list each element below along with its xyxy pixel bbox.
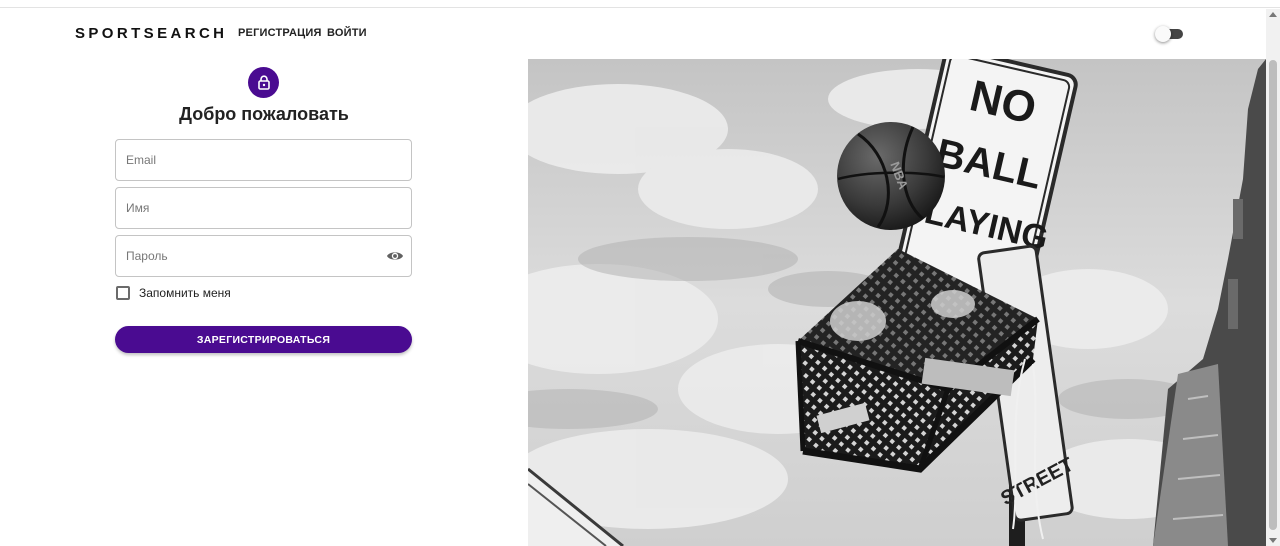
signup-form: Добро пожаловать Запомнить меня ЗАРЕГИСТ…: [0, 59, 528, 546]
name-field[interactable]: [115, 187, 412, 229]
nav-link-register[interactable]: РЕГИСТРАЦИЯ: [238, 27, 322, 39]
basketball: NBA: [837, 122, 945, 230]
page-title: Добро пожаловать: [179, 104, 349, 124]
remember-checkbox[interactable]: [116, 286, 130, 300]
password-input[interactable]: [126, 236, 376, 276]
name-input[interactable]: [126, 188, 376, 228]
toggle-knob: [1155, 26, 1171, 42]
scrollbar[interactable]: [1266, 9, 1280, 546]
theme-toggle[interactable]: [1155, 26, 1183, 42]
lock-icon: [257, 75, 270, 90]
password-field[interactable]: [115, 235, 412, 277]
lock-avatar: [248, 67, 279, 98]
basketball-photo: NO BALL PLAYING STREET NBA: [528, 59, 1266, 546]
brand-logo[interactable]: SPORTSEARCH: [75, 25, 227, 42]
window-top-border: [0, 0, 1280, 8]
email-input[interactable]: [126, 140, 376, 180]
scroll-down-icon[interactable]: [1269, 538, 1277, 543]
remember-label: Запомнить меня: [139, 286, 231, 300]
scroll-up-icon[interactable]: [1269, 12, 1277, 17]
register-button[interactable]: ЗАРЕГИСТРИРОВАТЬСЯ: [115, 326, 412, 353]
email-field[interactable]: [115, 139, 412, 181]
remember-me[interactable]: Запомнить меня: [115, 285, 231, 301]
eye-icon[interactable]: [386, 249, 404, 263]
nav-link-login[interactable]: ВОЙТИ: [327, 27, 367, 39]
scroll-thumb[interactable]: [1269, 60, 1277, 530]
hero-photo: NO BALL PLAYING STREET NBA: [528, 59, 1266, 546]
navbar: SPORTSEARCH РЕГИСТРАЦИЯ ВОЙТИ: [0, 9, 1264, 59]
